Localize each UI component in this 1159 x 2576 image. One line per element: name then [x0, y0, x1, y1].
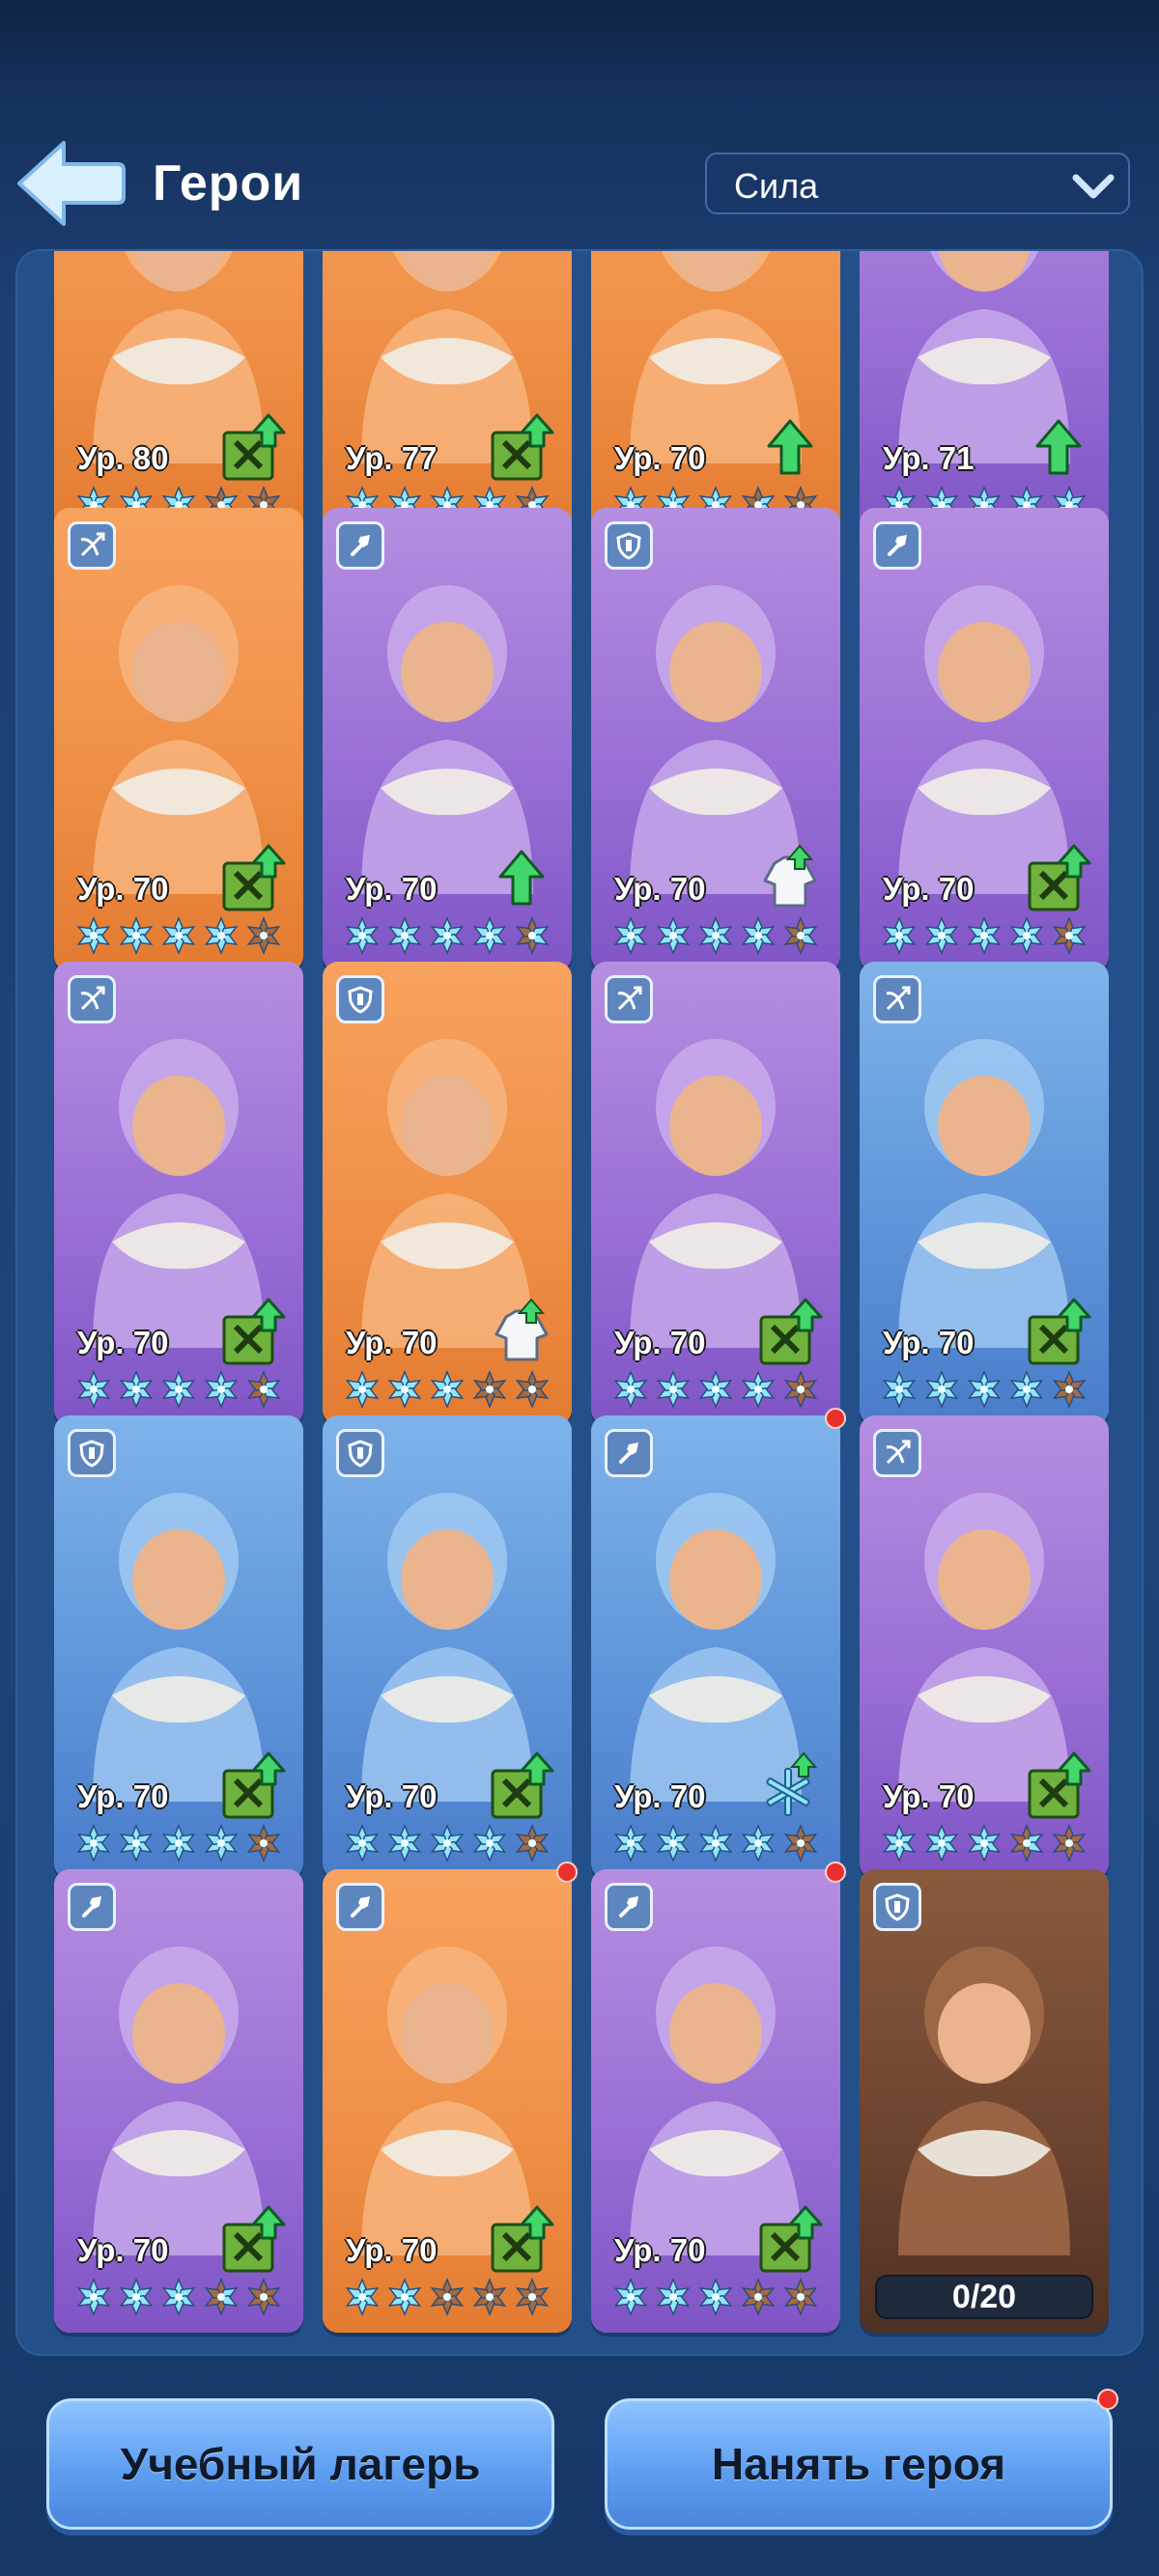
hero-stars	[342, 1823, 552, 1863]
fragment-count: 0/20	[875, 2275, 1093, 2319]
hero-class-icon	[68, 521, 116, 570]
hero-class-icon	[68, 1429, 116, 1477]
hero-card[interactable]: Ур. 70	[54, 508, 303, 971]
hero-class-icon	[336, 521, 384, 570]
hero-level: Ур. 70	[614, 2232, 706, 2268]
hero-level: Ур. 70	[883, 871, 975, 907]
hero-level: Ур. 70	[346, 2232, 438, 2268]
hero-card[interactable]: Ур. 70	[591, 1869, 840, 2333]
hero-level: Ур. 70	[346, 871, 438, 907]
hero-level: Ур. 71	[883, 440, 975, 476]
notification-dot	[556, 1862, 578, 1883]
hero-level: Ур. 70	[883, 1325, 975, 1360]
chevron-down-icon	[1072, 174, 1115, 199]
page-title: Герои	[153, 155, 304, 211]
hero-card[interactable]: Ур. 70	[54, 962, 303, 1425]
hero-class-icon	[336, 1429, 384, 1477]
training-camp-label: Учебный лагерь	[120, 2439, 481, 2489]
hero-level: Ур. 70	[77, 2232, 169, 2268]
hero-class-icon	[336, 975, 384, 1023]
hero-stars	[73, 2277, 284, 2317]
hero-stars	[610, 915, 821, 956]
hero-stars	[342, 2277, 552, 2317]
hero-class-icon	[605, 521, 653, 570]
hero-stars	[610, 1369, 821, 1410]
hero-card[interactable]: Ур. 70	[860, 962, 1109, 1425]
hero-level: Ур. 70	[614, 871, 706, 907]
hero-card[interactable]: Ур. 70	[323, 962, 572, 1425]
hero-class-icon	[605, 975, 653, 1023]
notification-dot	[825, 1862, 846, 1883]
hero-class-icon	[605, 1429, 653, 1477]
hero-level: Ур. 70	[614, 440, 706, 476]
hero-stars	[610, 2277, 821, 2317]
hero-class-icon	[873, 1883, 921, 1931]
hero-level: Ур. 70	[614, 1325, 706, 1360]
sort-dropdown[interactable]: Сила	[705, 153, 1130, 214]
hero-stars	[342, 915, 552, 956]
hero-card[interactable]: Ур. 70	[54, 1869, 303, 2333]
hire-hero-button[interactable]: Нанять героя	[605, 2398, 1113, 2530]
hero-stars	[342, 1369, 552, 1410]
hero-card[interactable]: Ур. 70	[54, 1415, 303, 1879]
hero-class-icon	[873, 975, 921, 1023]
hero-level: Ур. 70	[77, 1325, 169, 1360]
hero-card[interactable]: Ур. 70	[591, 251, 840, 541]
hero-card[interactable]: Ур. 71	[860, 251, 1109, 541]
hire-hero-label: Нанять героя	[711, 2439, 1006, 2489]
hero-card[interactable]: Ур. 80	[54, 251, 303, 541]
hero-level: Ур. 70	[77, 1778, 169, 1814]
hero-level: Ур. 80	[77, 440, 169, 476]
hero-card[interactable]: Ур. 70	[860, 1415, 1109, 1879]
back-arrow-icon	[17, 141, 126, 226]
sort-value: Сила	[734, 166, 819, 206]
hero-card[interactable]: Ур. 70	[860, 508, 1109, 971]
hero-level: Ур. 70	[614, 1778, 706, 1814]
hero-card[interactable]: 0/20	[860, 1869, 1109, 2333]
notification-dot	[1097, 2389, 1118, 2410]
hero-level: Ур. 70	[883, 1778, 975, 1814]
hero-level: Ур. 70	[346, 1778, 438, 1814]
hero-card[interactable]: Ур. 70	[323, 1869, 572, 2333]
hero-class-icon	[336, 1883, 384, 1931]
training-camp-button[interactable]: Учебный лагерь	[46, 2398, 554, 2530]
hero-class-icon	[873, 521, 921, 570]
hero-stars	[879, 1823, 1089, 1863]
hero-stars	[879, 915, 1089, 956]
hero-stars	[73, 1369, 284, 1410]
heroes-panel[interactable]: Ур. 80 Ур. 77 Ур. 70 Ур. 71 Ур. 70 Ур. 70 Ур. …	[15, 249, 1144, 2356]
hero-stars	[73, 1823, 284, 1863]
notification-dot	[825, 1408, 846, 1429]
heroes-grid: Ур. 80 Ур. 77 Ур. 70 Ур. 71 Ур. 70 Ур. 70 Ур. …	[17, 251, 1142, 2354]
back-button[interactable]	[14, 135, 126, 232]
hero-class-icon	[68, 975, 116, 1023]
hero-class-icon	[68, 1883, 116, 1931]
hero-stars	[879, 1369, 1089, 1410]
hero-level: Ур. 70	[346, 1325, 438, 1360]
hero-card[interactable]: Ур. 70	[591, 962, 840, 1425]
hero-stars	[73, 915, 284, 956]
status-bar-area	[0, 0, 1159, 116]
hero-class-icon	[873, 1429, 921, 1477]
hero-card[interactable]: Ур. 70	[323, 508, 572, 971]
hero-card[interactable]: Ур. 70	[591, 1415, 840, 1879]
hero-stars	[610, 1823, 821, 1863]
hero-card[interactable]: Ур. 70	[591, 508, 840, 971]
hero-card[interactable]: Ур. 77	[323, 251, 572, 541]
hero-class-icon	[605, 1883, 653, 1931]
hero-level: Ур. 77	[346, 440, 438, 476]
hero-level: Ур. 70	[77, 871, 169, 907]
hero-card[interactable]: Ур. 70	[323, 1415, 572, 1879]
